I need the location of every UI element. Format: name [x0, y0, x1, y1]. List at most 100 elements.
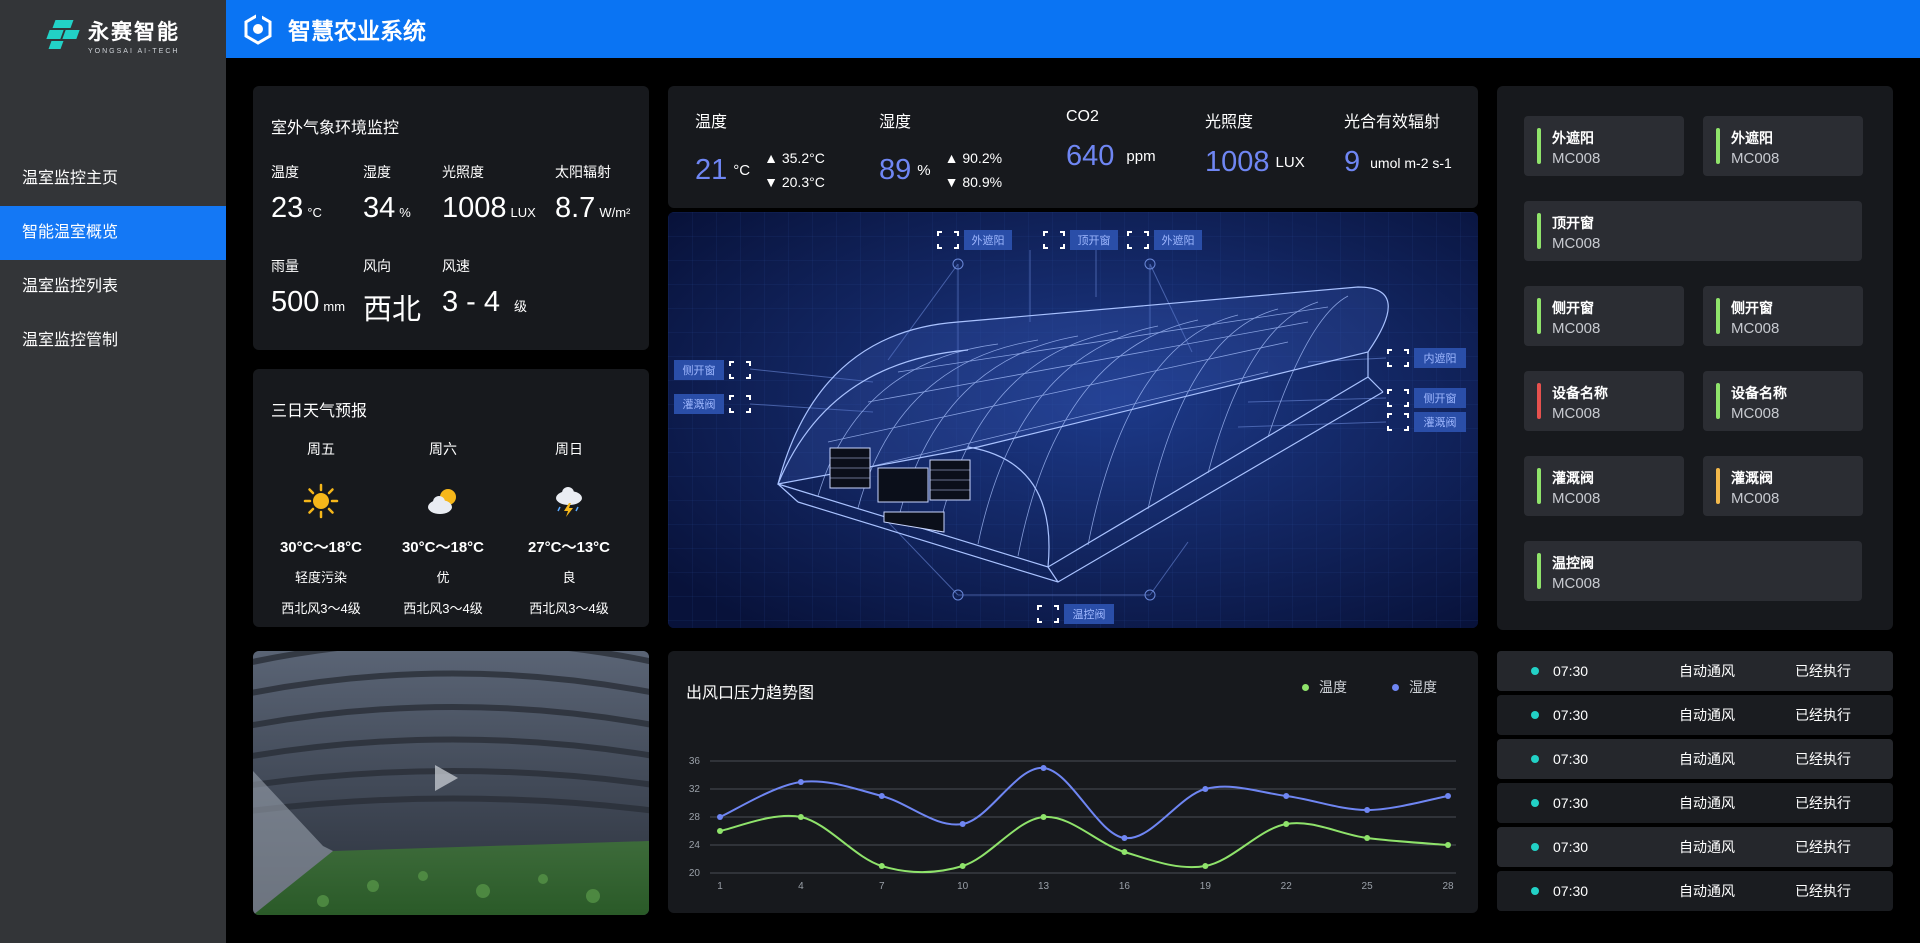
- sidebar-item-home[interactable]: 温室监控主页: [0, 152, 226, 206]
- log-row: 07:30 自动通风 已经执行: [1497, 871, 1893, 911]
- sidebar-item-control[interactable]: 温室监控管制: [0, 314, 226, 368]
- brand-subtitle: YONGSAI AI-TECH: [88, 47, 180, 55]
- svg-text:顶开窗: 顶开窗: [1078, 233, 1111, 247]
- sensor-humidity: 湿度 89% ▲ 90.2% ▼ 80.9%: [879, 114, 1003, 190]
- tag-temp-valve[interactable]: 温控阀: [1064, 604, 1114, 624]
- x-tick-label: 1: [717, 881, 723, 892]
- data-point: [717, 828, 723, 834]
- status-dot-icon: [1531, 667, 1539, 675]
- x-tick-label: 28: [1442, 881, 1454, 892]
- x-tick-label: 16: [1119, 881, 1131, 892]
- x-tick-label: 10: [957, 881, 969, 892]
- forecast-card: 三日天气预报 周五 30°C～18°C 轻度污染 西北风3～4级 周六 30°C…: [253, 369, 649, 627]
- sensor-par: 光合有效辐射 9 umol m-2 s-1: [1344, 114, 1452, 178]
- status-indicator: [1537, 298, 1541, 334]
- series-line-humidity: [719, 766, 1449, 840]
- data-point: [1202, 863, 1209, 869]
- header: 智慧农业系统: [226, 0, 1920, 58]
- data-point: [1445, 842, 1451, 848]
- data-point: [1121, 849, 1128, 855]
- y-tick-label: 24: [689, 840, 701, 851]
- status-indicator: [1716, 128, 1720, 164]
- log-row: 07:30 自动通风 已经执行: [1497, 651, 1893, 691]
- status-indicator: [1537, 213, 1541, 249]
- data-point: [959, 863, 966, 869]
- device-tile[interactable]: 灌溉阀 MC008: [1703, 456, 1863, 516]
- data-point: [1040, 814, 1047, 820]
- tag-inner-shade[interactable]: 内遮阳: [1414, 348, 1466, 368]
- sidebar-item-list[interactable]: 温室监控列表: [0, 260, 226, 314]
- tag-outer-shade-2[interactable]: 外遮阳: [1154, 230, 1202, 250]
- sensor-co2: CO2 640 ppm: [1066, 108, 1156, 172]
- x-tick-label: 19: [1200, 881, 1212, 892]
- device-tile[interactable]: 设备名称 MC008: [1524, 371, 1684, 431]
- status-dot-icon: [1531, 887, 1539, 895]
- y-tick-label: 20: [689, 868, 701, 879]
- svg-text:外遮阳: 外遮阳: [972, 233, 1005, 247]
- device-tile[interactable]: 设备名称 MC008: [1703, 371, 1863, 431]
- data-point: [878, 793, 885, 799]
- tag-side-window-left[interactable]: 侧开窗: [674, 360, 724, 380]
- device-tile[interactable]: 侧开窗 MC008: [1703, 286, 1863, 346]
- chart-plot: 20 24 28 32 36 1 4 7 10 13 16 19 22 25 28: [689, 756, 1456, 892]
- sensor-illuminance: 光照度 1008 LUX: [1205, 114, 1305, 178]
- greenhouse-model: 外遮阳 顶开窗 外遮阳 内遮阳 侧开窗 灌溉阀 侧开窗 灌溉阀 温控阀: [668, 212, 1478, 628]
- thunderstorm-icon: [556, 487, 582, 517]
- outdoor-weather-title: 室外气象环境监控: [271, 120, 400, 137]
- arrow-up-icon: ▲: [944, 150, 959, 166]
- greenhouse-video-frame: [253, 651, 649, 915]
- data-point: [1445, 793, 1451, 799]
- data-point: [1202, 786, 1209, 792]
- data-point: [1121, 835, 1128, 841]
- svg-text:侧开窗: 侧开窗: [1424, 391, 1457, 405]
- device-tile[interactable]: 顶开窗 MC008: [1524, 201, 1862, 261]
- forecast-day-1: 周五 30°C～18°C 轻度污染 西北风3～4级: [279, 441, 363, 616]
- status-dot-icon: [1531, 799, 1539, 807]
- x-tick-label: 4: [798, 881, 804, 892]
- svg-text:灌溉阀: 灌溉阀: [1424, 415, 1457, 429]
- outdoor-wind-direction: 风向 西北: [363, 258, 422, 326]
- status-indicator: [1537, 553, 1541, 589]
- tag-irrigation-left[interactable]: 灌溉阀: [674, 394, 724, 414]
- data-point: [959, 821, 966, 827]
- outdoor-illuminance: 光照度 1008 LUX: [442, 164, 536, 224]
- y-tick-label: 32: [689, 784, 701, 795]
- page-title: 智慧农业系统: [288, 18, 426, 44]
- device-tile[interactable]: 外遮阳 MC008: [1524, 116, 1684, 176]
- status-dot-icon: [1531, 843, 1539, 851]
- outdoor-rainfall: 雨量 500 mm: [271, 258, 346, 318]
- x-tick-label: 13: [1038, 881, 1050, 892]
- svg-text:灌溉阀: 灌溉阀: [683, 397, 716, 411]
- log-row: 07:30 自动通风 已经执行: [1497, 695, 1893, 735]
- forecast-title: 三日天气预报: [271, 403, 368, 420]
- device-tile[interactable]: 外遮阳 MC008: [1703, 116, 1863, 176]
- data-point: [1283, 821, 1290, 827]
- data-point: [878, 863, 885, 869]
- svg-text:外遮阳: 外遮阳: [1162, 233, 1195, 247]
- tag-top-window[interactable]: 顶开窗: [1070, 230, 1118, 250]
- outdoor-humidity: 湿度 34%: [363, 164, 411, 224]
- tag-irrigation-right[interactable]: 灌溉阀: [1414, 412, 1466, 432]
- sidebar-item-overview[interactable]: 智能温室概览: [0, 206, 226, 260]
- device-tile[interactable]: 侧开窗 MC008: [1524, 286, 1684, 346]
- data-point: [1283, 793, 1290, 799]
- brand: 永赛智能 YONGSAI AI-TECH: [0, 0, 226, 70]
- y-tick-label: 36: [689, 756, 701, 767]
- greenhouse-video[interactable]: [253, 651, 649, 915]
- arrow-down-icon: ▼: [764, 174, 778, 190]
- log-row: 07:30 自动通风 已经执行: [1497, 827, 1893, 867]
- pressure-trend-chart: 出风口压力趋势图 温度 湿度 20 24 28 32 36 1 4 7 10 13 16 19 22 25…: [668, 651, 1478, 913]
- forecast-day-2: 周六 30°C～18°C 优 西北风3～4级: [401, 441, 485, 616]
- system-logo-icon: [244, 13, 272, 45]
- device-tile[interactable]: 温控阀 MC008: [1524, 541, 1862, 601]
- tag-outer-shade-1[interactable]: 外遮阳: [964, 230, 1012, 250]
- event-log: 07:30 自动通风 已经执行 07:30 自动通风 已经执行 07:30 自动通风 已经执…: [1497, 651, 1893, 913]
- brand-name: 永赛智能: [88, 20, 180, 44]
- arrow-down-icon: ▼: [944, 174, 959, 190]
- data-point: [1364, 807, 1371, 813]
- x-tick-label: 7: [879, 881, 885, 892]
- data-point: [1040, 765, 1047, 771]
- status-dot-icon: [1531, 711, 1539, 719]
- tag-side-window-right[interactable]: 侧开窗: [1414, 388, 1466, 408]
- device-tile[interactable]: 灌溉阀 MC008: [1524, 456, 1684, 516]
